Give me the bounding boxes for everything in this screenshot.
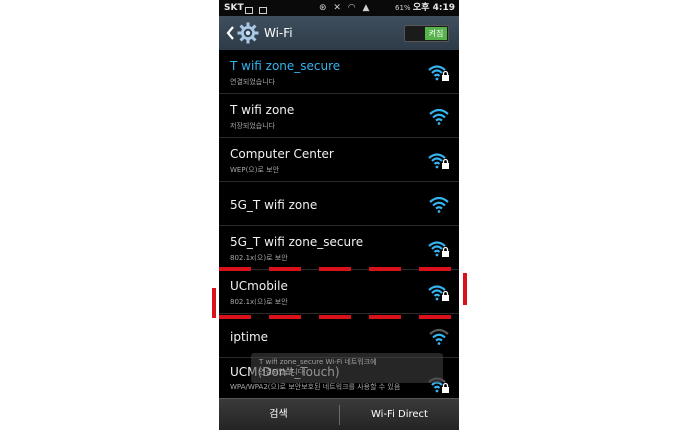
app-notification-icon: [258, 7, 267, 14]
highlight-dashed-line-top: [219, 267, 459, 271]
network-item-iptime[interactable]: iptime: [219, 314, 459, 358]
page-title: Wi-Fi: [264, 26, 293, 40]
network-item-t-wifi-zone[interactable]: T wifi zone 저장되었습니다: [219, 94, 459, 138]
bottom-action-bar: 검색 Wi-Fi Direct: [219, 398, 459, 430]
settings-gear-icon[interactable]: [237, 22, 259, 44]
carrier-label: SKT: [224, 3, 244, 13]
network-status: 연결되었습니다: [230, 78, 276, 86]
highlight-dashed-line-bottom: [219, 315, 459, 319]
highlight-left-bracket: [212, 288, 216, 318]
wifi-signal-icon: [429, 196, 449, 213]
network-item-computer-center[interactable]: Computer Center WEP(으)로 보안: [219, 138, 459, 182]
phone-screen: SKT ⊛ ✕ ◠ ▲ 61% 오후 4:19 Wi-Fi 켜짐 T wifi …: [219, 0, 459, 430]
network-name: UCmobile: [230, 279, 288, 293]
action-bar: Wi-Fi 켜짐: [219, 16, 459, 50]
network-status: 802.1x(으)로 보안: [230, 254, 288, 262]
network-name: iptime: [230, 330, 269, 344]
clock: 오후 4:19: [412, 3, 455, 13]
network-item-ucmobile[interactable]: UCmobile 802.1x(으)로 보안: [219, 270, 459, 314]
network-status: WEP(으)로 보안: [230, 166, 280, 174]
network-list: T wifi zone_secure 연결되었습니다 T wifi zone 저…: [219, 50, 459, 398]
battery-level: 61%: [395, 4, 411, 12]
scan-button[interactable]: 검색: [219, 399, 338, 430]
wifi-secured-icon: [428, 241, 449, 257]
network-status: 802.1x(으)로 보안: [230, 298, 288, 306]
wifi-direct-button[interactable]: Wi-Fi Direct: [340, 399, 459, 430]
wifi-toggle-switch[interactable]: 켜짐: [404, 25, 449, 42]
network-item-5g-t-wifi-zone-secure[interactable]: 5G_T wifi zone_secure 802.1x(으)로 보안: [219, 226, 459, 270]
wifi-secured-icon: [428, 65, 449, 81]
network-status: WPA/WPA2(으)로 보안보호된 네트워크를 사용할 수 있음: [230, 383, 401, 391]
wifi-secured-icon: [428, 285, 449, 301]
network-name: T wifi zone_secure: [230, 59, 341, 73]
system-status-icons: ⊛ ✕ ◠ ▲: [319, 3, 372, 13]
network-item-t-wifi-zone-secure[interactable]: T wifi zone_secure 연결되었습니다: [219, 50, 459, 94]
status-bar: SKT ⊛ ✕ ◠ ▲ 61% 오후 4:19: [219, 0, 459, 16]
network-name: T wifi zone: [230, 103, 295, 117]
wifi-toggle-on-label: 켜짐: [425, 27, 447, 40]
network-status: 저장되었습니다: [230, 122, 276, 130]
wifi-secured-icon: [428, 377, 449, 393]
network-name: Computer Center: [230, 147, 334, 161]
network-name: 5G_T wifi zone: [230, 198, 318, 212]
wifi-weak-signal-icon: [429, 328, 449, 345]
network-name: UCM(Don't_Touch): [230, 365, 340, 379]
network-item-ucm-dont-touch[interactable]: UCM(Don't_Touch) WPA/WPA2(으)로 보안보호된 네트워크…: [219, 358, 459, 398]
wifi-secured-icon: [428, 153, 449, 169]
network-name: 5G_T wifi zone_secure: [230, 235, 364, 249]
highlight-right-bracket: [463, 273, 467, 305]
gallery-notification-icon: [245, 7, 253, 14]
network-item-5g-t-wifi-zone[interactable]: 5G_T wifi zone: [219, 182, 459, 226]
wifi-signal-icon: [429, 108, 449, 125]
back-chevron-icon[interactable]: [224, 22, 236, 44]
